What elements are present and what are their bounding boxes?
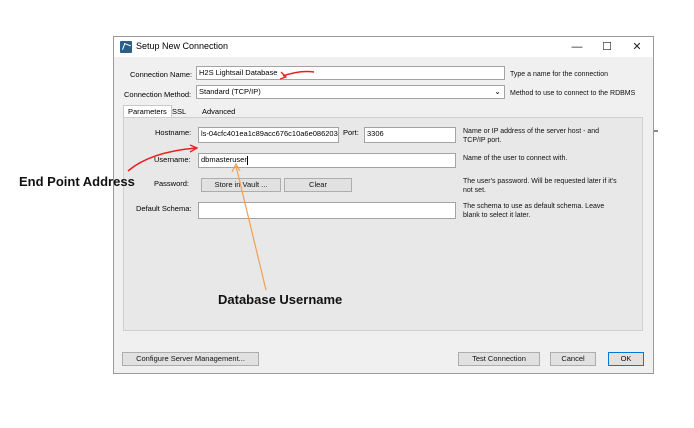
red-underline-mark bbox=[282, 70, 315, 77]
endpoint-arrow bbox=[127, 147, 197, 172]
endpoint-annotation: End Point Address bbox=[19, 174, 135, 189]
username-annotation: Database Username bbox=[218, 292, 343, 307]
username-arrow bbox=[235, 165, 267, 291]
annotation-overlay bbox=[127, 70, 315, 291]
